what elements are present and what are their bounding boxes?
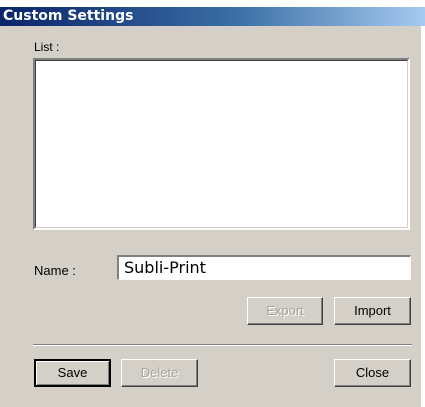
name-label: Name : — [34, 263, 76, 278]
settings-listbox[interactable] — [33, 58, 410, 230]
window-title: Custom Settings — [3, 8, 134, 24]
right-edge — [421, 26, 425, 407]
list-label: List : — [34, 40, 60, 54]
close-button[interactable]: Close — [334, 359, 411, 387]
separator-line — [33, 344, 412, 346]
name-input[interactable]: Subli-Print — [117, 255, 411, 280]
import-button[interactable]: Import — [334, 297, 411, 325]
dialog-body: List : Name : Subli-Print Export Import … — [0, 26, 421, 407]
title-bar[interactable]: Custom Settings — [0, 0, 425, 26]
custom-settings-dialog: Custom Settings List : Name : Subli-Prin… — [0, 0, 425, 407]
listbox-inner — [35, 60, 408, 228]
export-button[interactable]: Export — [247, 297, 323, 325]
save-button[interactable]: Save — [34, 359, 111, 387]
delete-button[interactable]: Delete — [121, 359, 198, 387]
